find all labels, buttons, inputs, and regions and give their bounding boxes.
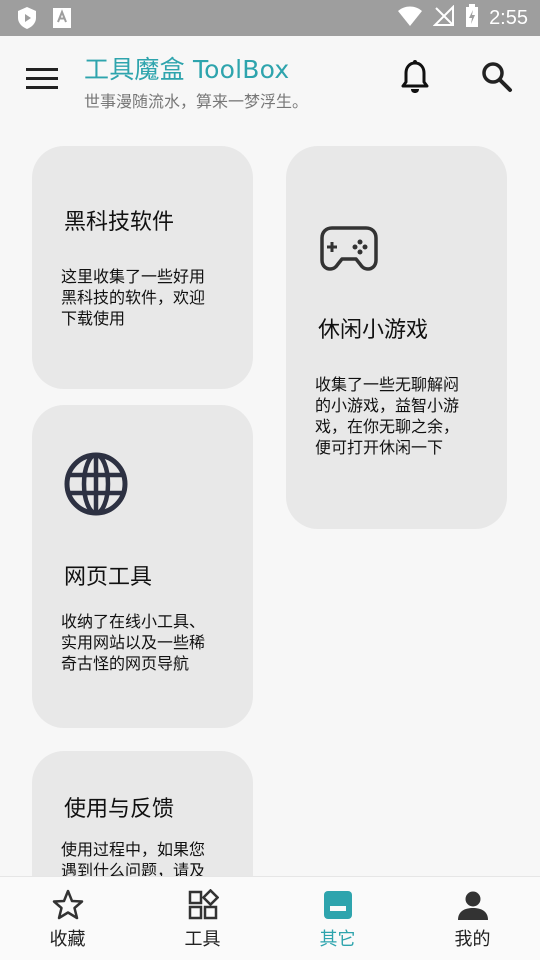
gamepad-icon <box>318 222 380 276</box>
app-subtitle: 世事漫随流水，算来一梦浮生。 <box>84 92 309 111</box>
card-grid: 黑科技软件 这里收集了一些好用 黑科技的软件，欢迎 下载使用 休闲小游戏 收集了… <box>0 124 540 876</box>
status-time: 2:55 <box>489 6 528 29</box>
nav-label: 收藏 <box>49 929 86 950</box>
font-app-icon <box>52 7 72 33</box>
card-description: 使用过程中，如果您 遇到什么问题，请及 <box>61 840 206 876</box>
nav-tab-tools[interactable]: 工具 <box>135 877 270 960</box>
notifications-button[interactable] <box>398 58 432 96</box>
card-usage-feedback[interactable]: 使用与反馈 使用过程中，如果您 遇到什么问题，请及 <box>32 751 253 876</box>
folder-icon <box>323 891 352 919</box>
nav-label: 我的 <box>454 929 491 950</box>
bell-icon <box>401 60 429 93</box>
search-button[interactable] <box>480 60 514 94</box>
card-title: 休闲小游戏 <box>318 318 429 343</box>
card-description: 收纳了在线小工具、 实用网站以及一些稀 奇古怪的网页导航 <box>61 612 206 673</box>
nav-tab-mine[interactable]: 我的 <box>405 877 540 960</box>
wifi-icon <box>397 5 423 31</box>
card-title: 网页工具 <box>64 565 153 590</box>
card-description: 这里收集了一些好用 黑科技的软件，欢迎 下载使用 <box>61 267 206 328</box>
no-signal-icon <box>432 4 455 31</box>
card-casual-games[interactable]: 休闲小游戏 收集了一些无聊解闷 的小游戏，益智小游 戏，在你无聊之余， 便可打开… <box>286 146 507 529</box>
star-icon <box>52 889 83 920</box>
globe-icon <box>63 451 129 521</box>
card-black-tech-software[interactable]: 黑科技软件 这里收集了一些好用 黑科技的软件，欢迎 下载使用 <box>32 146 253 389</box>
card-description: 收集了一些无聊解闷 的小游戏，益智小游 戏，在你无聊之余， 便可打开休闲一下 <box>315 375 460 457</box>
bottom-navigation: 收藏 工具 其它 我的 <box>0 876 540 960</box>
title-block: 工具魔盒 ToolBox 世事漫随流水，算来一梦浮生。 <box>84 50 308 112</box>
nav-label: 工具 <box>184 929 221 950</box>
nav-label: 其它 <box>319 929 356 950</box>
app-title: 工具魔盒 ToolBox <box>84 55 290 84</box>
app-header: 工具魔盒 ToolBox 世事漫随流水，算来一梦浮生。 <box>0 36 540 124</box>
person-icon <box>457 891 488 920</box>
status-bar: 2:55 <box>0 0 540 36</box>
apps-icon <box>188 889 219 920</box>
card-web-tools[interactable]: 网页工具 收纳了在线小工具、 实用网站以及一些稀 奇古怪的网页导航 <box>32 405 253 728</box>
card-title: 黑科技软件 <box>64 210 175 235</box>
nav-tab-favorites[interactable]: 收藏 <box>0 877 135 960</box>
card-title: 使用与反馈 <box>64 797 175 822</box>
nav-tab-other[interactable]: 其它 <box>270 877 405 960</box>
search-icon <box>482 62 512 92</box>
hamburger-menu-icon <box>26 68 58 89</box>
menu-button[interactable] <box>26 64 58 92</box>
battery-icon <box>465 4 479 32</box>
shield-icon <box>16 6 38 34</box>
